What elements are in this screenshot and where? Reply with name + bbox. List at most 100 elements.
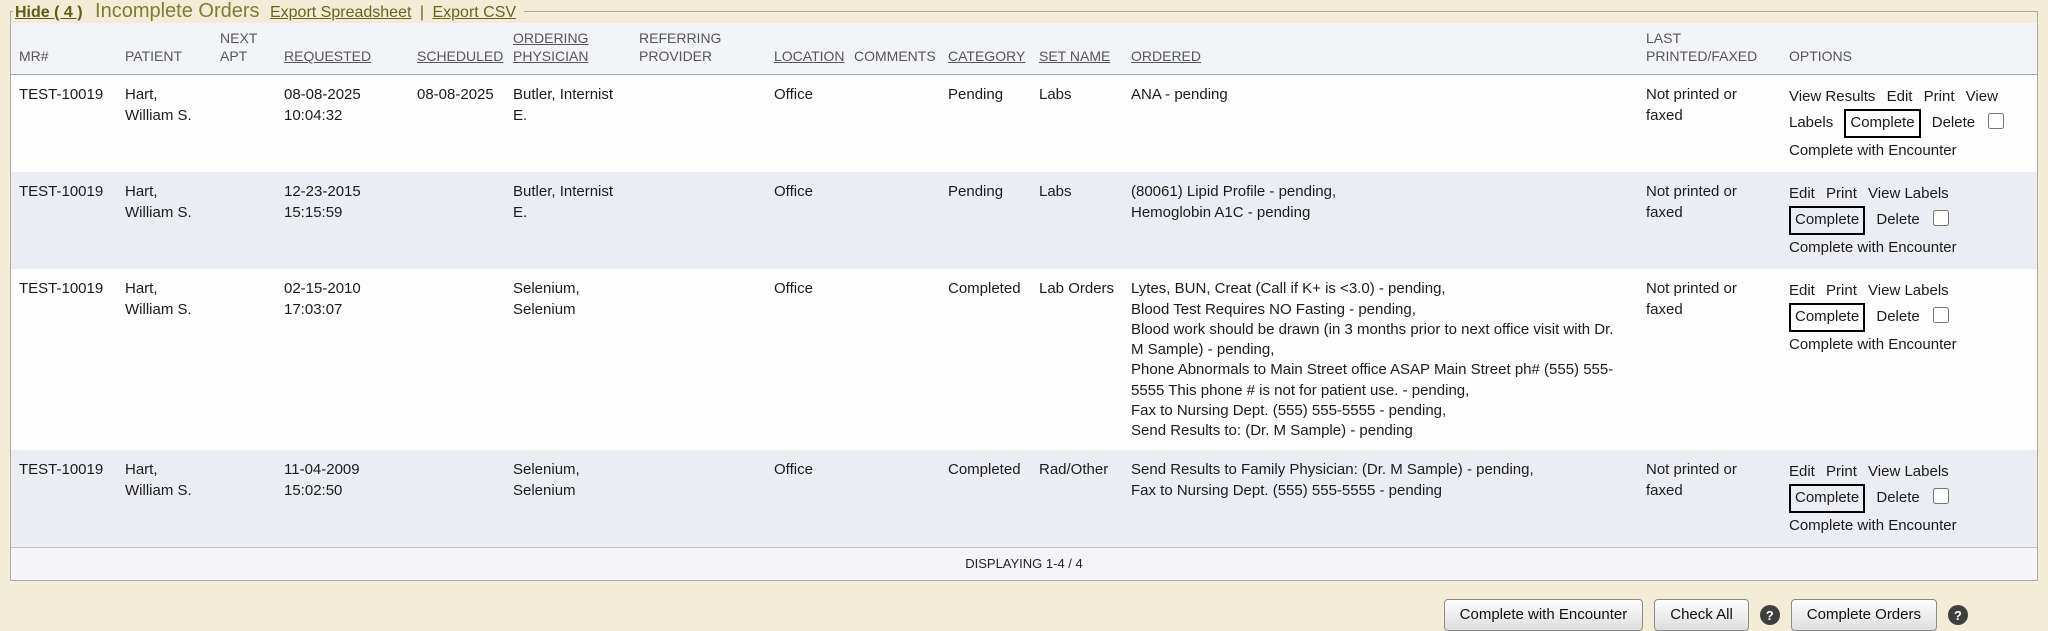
column-header-mr: MR# [11, 23, 117, 75]
column-header-options: OPTIONS [1781, 23, 2037, 75]
table-row: TEST-10019 Hart, William S. 02-15-2010 1… [11, 269, 2037, 450]
column-header-comments: COMMENTS [846, 23, 940, 75]
cell-next-apt [212, 172, 276, 269]
hide-toggle-link[interactable]: Hide ( 4 ) [15, 4, 83, 21]
cell-requested: 12-23-2015 15:15:59 [276, 172, 409, 269]
cell-next-apt [212, 450, 276, 548]
complete-link[interactable]: Complete [1789, 206, 1865, 235]
cell-category: Completed [940, 450, 1031, 548]
complete-with-encounter-link[interactable]: Complete with Encounter [1789, 333, 2022, 357]
column-header-requested: REQUESTED [276, 23, 409, 75]
cell-last-printed-faxed: Not printed or faxed [1638, 269, 1781, 450]
cell-patient: Hart, William S. [117, 269, 212, 450]
cell-scheduled: 08-08-2025 [409, 75, 505, 173]
cell-mr: TEST-10019 [11, 269, 117, 450]
print-link[interactable]: Print [1924, 88, 1955, 105]
table-row: TEST-10019 Hart, William S. 08-08-2025 1… [11, 75, 2037, 173]
column-header-last-printed-faxed: LAST PRINTED/FAXED [1638, 23, 1781, 75]
sort-set-name[interactable]: SET NAME [1039, 48, 1110, 64]
complete-link[interactable]: Complete [1789, 484, 1865, 513]
page-title: Incomplete Orders [95, 0, 260, 22]
cell-patient: Hart, William S. [117, 172, 212, 269]
cell-ordered: (80061) Lipid Profile - pending, Hemoglo… [1123, 172, 1638, 269]
edit-link[interactable]: Edit [1789, 282, 1815, 299]
incomplete-orders-panel: Hide ( 4 ) Incomplete Orders Export Spre… [10, 0, 2038, 581]
view-labels-link[interactable]: View Labels [1868, 282, 1949, 299]
cell-ordering-physician: Selenium, Selenium [505, 450, 631, 548]
column-header-next-apt: NEXT APT [212, 23, 276, 75]
column-header-location: LOCATION [766, 23, 846, 75]
print-link[interactable]: Print [1826, 463, 1857, 480]
complete-link[interactable]: Complete [1844, 109, 1920, 138]
edit-link[interactable]: Edit [1887, 88, 1913, 105]
cell-options: Edit Print View Labels Complete Delete C… [1781, 269, 2037, 450]
cell-set-name: Rad/Other [1031, 450, 1123, 548]
complete-with-encounter-link[interactable]: Complete with Encounter [1789, 514, 2022, 538]
sort-category[interactable]: CATEGORY [948, 48, 1025, 64]
print-link[interactable]: Print [1826, 185, 1857, 202]
sort-location[interactable]: LOCATION [774, 48, 845, 64]
column-header-scheduled: SCHEDULED [409, 23, 505, 75]
cell-options: Edit Print View Labels Complete Delete C… [1781, 172, 2037, 269]
order-select-checkbox[interactable] [1933, 210, 1949, 226]
complete-with-encounter-link[interactable]: Complete with Encounter [1789, 236, 2022, 260]
check-all-button[interactable]: Check All [1654, 599, 1749, 631]
view-labels-link[interactable]: View Labels [1868, 185, 1949, 202]
cell-options: View Results Edit Print View Labels Comp… [1781, 75, 2037, 173]
cell-options: Edit Print View Labels Complete Delete C… [1781, 450, 2037, 548]
order-select-checkbox[interactable] [1933, 488, 1949, 504]
column-header-patient: PATIENT [117, 23, 212, 75]
print-link[interactable]: Print [1826, 282, 1857, 299]
cell-requested: 08-08-2025 10:04:32 [276, 75, 409, 173]
sort-scheduled[interactable]: SCHEDULED [417, 48, 503, 64]
column-header-ordering-physician: ORDERING PHYSICIAN [505, 23, 631, 75]
column-header-ordered: ORDERED [1123, 23, 1638, 75]
sort-ordered[interactable]: ORDERED [1131, 48, 1201, 64]
edit-link[interactable]: Edit [1789, 463, 1815, 480]
delete-link[interactable]: Delete [1876, 308, 1919, 325]
cell-comments [846, 75, 940, 173]
cell-mr: TEST-10019 [11, 172, 117, 269]
cell-scheduled [409, 269, 505, 450]
help-icon[interactable]: ? [1948, 605, 1968, 625]
column-header-referring-provider: REFERRING PROVIDER [631, 23, 766, 75]
incomplete-orders-table: MR# PATIENT NEXT APT REQUESTED SCHEDULED… [11, 23, 2037, 580]
cell-ordering-physician: Butler, Internist E. [505, 75, 631, 173]
complete-link[interactable]: Complete [1789, 303, 1865, 332]
cell-mr: TEST-10019 [11, 75, 117, 173]
cell-ordered: ANA - pending [1123, 75, 1638, 173]
cell-scheduled [409, 450, 505, 548]
export-separator: | [420, 4, 424, 21]
cell-comments [846, 450, 940, 548]
cell-category: Pending [940, 172, 1031, 269]
column-header-category: CATEGORY [940, 23, 1031, 75]
view-labels-link[interactable]: View Labels [1868, 463, 1949, 480]
sort-requested[interactable]: REQUESTED [284, 48, 371, 64]
paging-status: DISPLAYING 1-4 / 4 [11, 548, 2037, 581]
column-header-set-name: SET NAME [1031, 23, 1123, 75]
complete-orders-button[interactable]: Complete Orders [1791, 599, 1937, 631]
export-csv-link[interactable]: Export CSV [432, 4, 516, 21]
edit-link[interactable]: Edit [1789, 185, 1815, 202]
cell-location: Office [766, 450, 846, 548]
order-select-checkbox[interactable] [1933, 307, 1949, 323]
view-results-link[interactable]: View Results [1789, 88, 1875, 105]
cell-ordered: Send Results to Family Physician: (Dr. M… [1123, 450, 1638, 548]
cell-requested: 02-15-2010 17:03:07 [276, 269, 409, 450]
complete-with-encounter-link[interactable]: Complete with Encounter [1789, 139, 2022, 163]
export-spreadsheet-link[interactable]: Export Spreadsheet [270, 4, 411, 21]
complete-with-encounter-button[interactable]: Complete with Encounter [1444, 599, 1644, 631]
cell-referring-provider [631, 269, 766, 450]
delete-link[interactable]: Delete [1932, 114, 1975, 131]
cell-next-apt [212, 75, 276, 173]
delete-link[interactable]: Delete [1876, 489, 1919, 506]
order-select-checkbox[interactable] [1988, 113, 2004, 129]
cell-category: Completed [940, 269, 1031, 450]
delete-link[interactable]: Delete [1876, 211, 1919, 228]
cell-location: Office [766, 75, 846, 173]
cell-referring-provider [631, 172, 766, 269]
help-icon[interactable]: ? [1760, 605, 1780, 625]
sort-ordering-physician[interactable]: ORDERING PHYSICIAN [513, 30, 588, 64]
table-header-row: MR# PATIENT NEXT APT REQUESTED SCHEDULED… [11, 23, 2037, 75]
cell-last-printed-faxed: Not printed or faxed [1638, 172, 1781, 269]
